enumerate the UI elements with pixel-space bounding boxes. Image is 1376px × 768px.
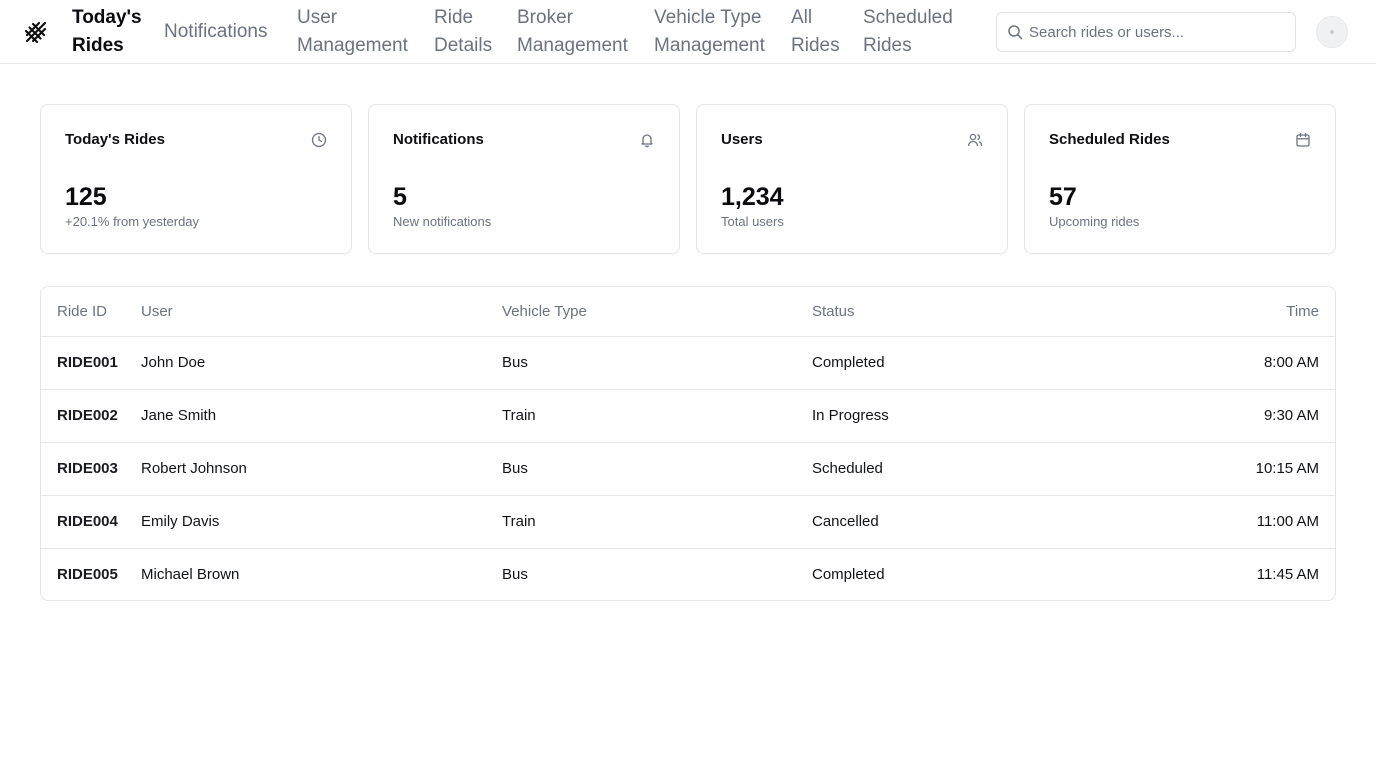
cell-time: 9:30 AM [1112,389,1335,443]
railway-track-icon[interactable] [22,18,50,46]
card-notifications: Notifications 5 New notifications [368,104,680,254]
clock-icon [311,132,327,148]
avatar[interactable] [1316,16,1348,48]
cell-time: 11:45 AM [1256,566,1319,584]
table-row[interactable]: RIDE003 Robert Johnson Bus Scheduled 10:… [41,442,1335,496]
cell-ride-id: RIDE005 [57,566,118,584]
calendar-icon [1295,132,1311,148]
column-header-status: Status [812,287,1112,337]
search-input[interactable] [1029,13,1291,51]
nav-label-line2: Management [654,35,765,56]
nav-todays-rides[interactable]: Today's Rides [72,4,142,60]
nav-label-line1: Today's [72,7,142,28]
card-title: Users [721,131,763,148]
cell-time: 10:15 AM [1112,442,1335,496]
cell-vehicle-type: Train [502,495,812,549]
cell-ride-id: RIDE002 [41,389,141,443]
card-title: Today's Rides [65,131,165,148]
card-users: Users 1,234 Total users [696,104,1008,254]
nav-label-line2: Management [517,35,628,56]
card-subtitle: +20.1% from yesterday [65,214,200,229]
column-header-time: Time [1112,287,1335,337]
nav-label-line1: Ride [434,7,474,28]
nav-broker-management[interactable]: Broker Management [517,4,628,60]
cell-time: 8:00 AM [1112,336,1335,390]
nav-label-line2: Management [297,35,408,56]
cell-user: Emily Davis [141,495,502,549]
search-icon [1007,24,1023,40]
cell-user: Robert Johnson [141,442,502,496]
cell-user: John Doe [141,336,502,390]
table-row[interactable]: RIDE004 Emily Davis Train Cancelled 11:0… [41,495,1335,549]
top-navigation-bar: Today's Rides Notifications User Managem… [0,0,1376,64]
card-subtitle: Upcoming rides [1049,214,1140,229]
card-title: Notifications [393,131,484,148]
nav-label-line1: Notifications [164,21,268,42]
column-header-vehicle-type: Vehicle Type [502,287,812,337]
nav-label-line1: Vehicle Type [654,7,762,28]
cell-status: In Progress [812,389,1112,443]
nav-label-line1: All [791,7,813,28]
nav-label-line2: Rides [863,35,912,56]
cell-vehicle-type: Bus [502,442,812,496]
nav-vehicle-type-management[interactable]: Vehicle Type Management [654,4,765,60]
nav-scheduled-rides[interactable]: Scheduled Rides [863,4,953,60]
rides-table-container: Ride ID User Vehicle Type Status Time RI… [40,286,1336,601]
nav-ride-details[interactable]: Ride Details [434,4,492,60]
cell-status: Completed [812,336,1112,390]
cell-ride-id: RIDE001 [41,336,141,390]
cell-vehicle-type: Bus [502,566,528,584]
card-scheduled-rides: Scheduled Rides 57 Upcoming rides [1024,104,1336,254]
nav-label-line1: Scheduled [863,7,953,28]
nav-all-rides[interactable]: All Rides [791,4,840,60]
card-value: 57 [1049,183,1077,211]
card-subtitle: New notifications [393,214,492,229]
rides-table: Ride ID User Vehicle Type Status Time RI… [41,287,1335,600]
bell-icon [639,132,655,148]
search-box [996,12,1296,52]
nav-user-management[interactable]: User Management [297,4,408,60]
nav-label-line2: Rides [72,35,124,56]
cell-vehicle-type: Train [502,389,812,443]
column-header-ride-id: Ride ID [41,287,141,337]
card-value: 1,234 [721,183,784,211]
card-value: 125 [65,183,107,211]
card-todays-rides: Today's Rides 125 +20.1% from yesterday [40,104,352,254]
cell-time: 11:00 AM [1112,495,1335,549]
avatar-placeholder-dot [1330,30,1334,34]
card-subtitle: Total users [721,214,784,229]
nav-label-line2: Rides [791,35,840,56]
nav-label-line1: User [297,7,338,28]
card-value: 5 [393,183,407,211]
column-header-user: User [141,287,502,337]
cell-status: Scheduled [812,442,1112,496]
card-title: Scheduled Rides [1049,131,1170,148]
cell-vehicle-type: Bus [502,336,812,390]
cell-status: Cancelled [812,495,1112,549]
cell-user: Jane Smith [141,389,502,443]
cell-status: Completed [812,566,885,584]
table-row[interactable]: RIDE005 Michael Brown Bus Completed 11:4… [41,548,1335,600]
users-icon [967,132,983,148]
table-row[interactable]: RIDE002 Jane Smith Train In Progress 9:3… [41,389,1335,443]
cell-ride-id: RIDE004 [41,495,141,549]
nav-label-line2: Details [434,35,493,56]
cell-user: Michael Brown [141,566,240,584]
nav-notifications[interactable]: Notifications [164,18,268,46]
table-header-row: Ride ID User Vehicle Type Status Time [41,287,1335,337]
cell-ride-id: RIDE003 [41,442,141,496]
nav-label-line1: Broker [517,7,573,28]
table-row[interactable]: RIDE001 John Doe Bus Completed 8:00 AM [41,336,1335,390]
